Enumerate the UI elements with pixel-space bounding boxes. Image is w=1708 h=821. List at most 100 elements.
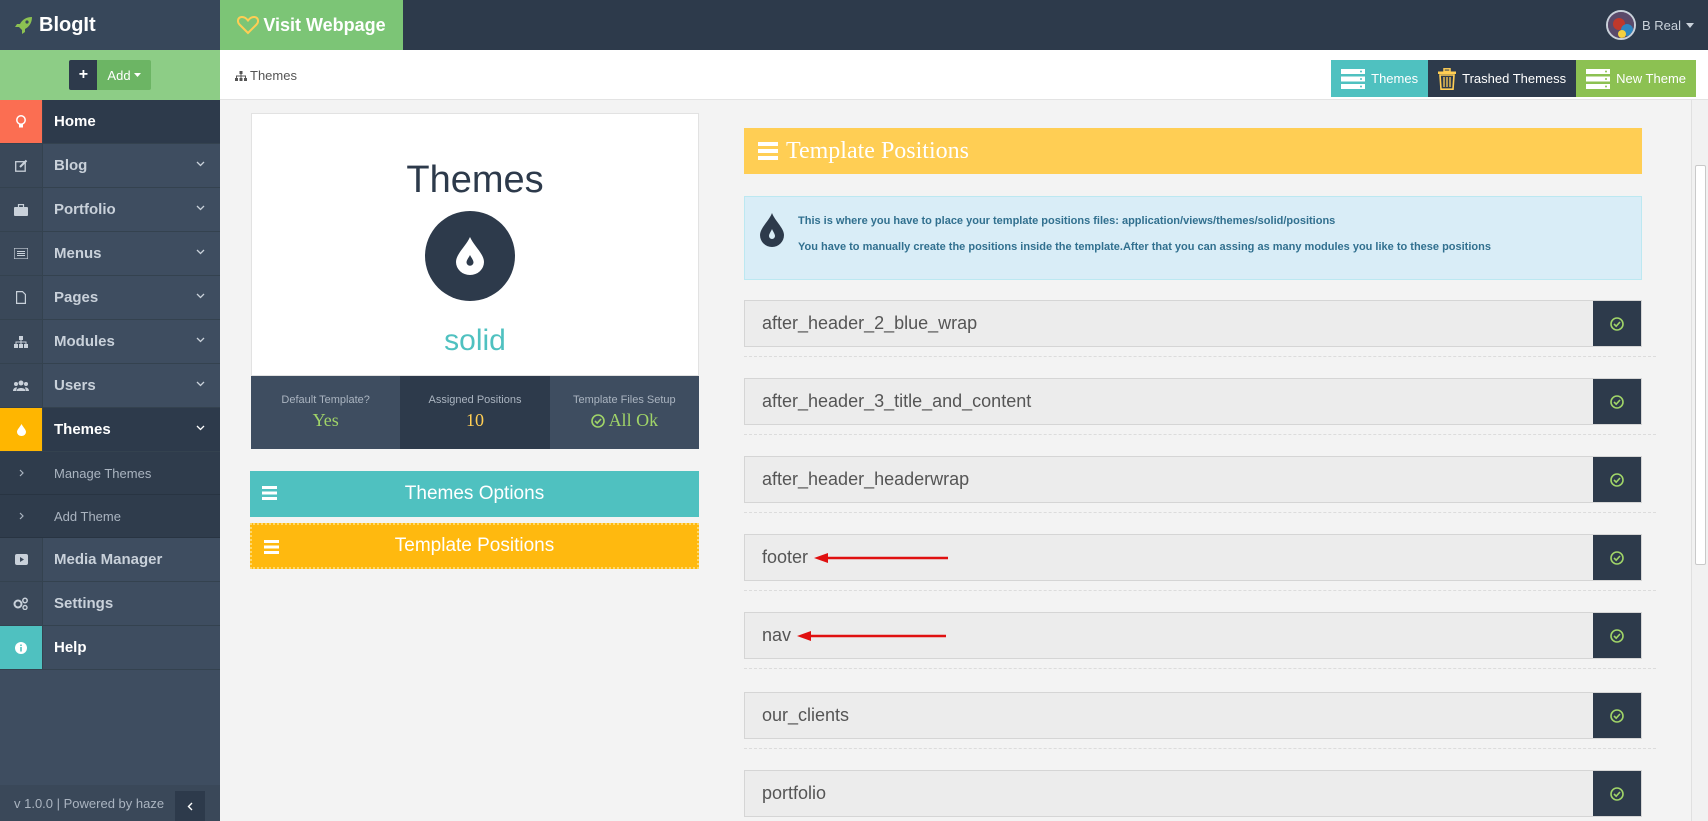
- theme-card-title: Themes: [406, 159, 544, 201]
- trashed-themes-button[interactable]: Trashed Themess: [1428, 60, 1577, 97]
- position-row[interactable]: nav: [744, 612, 1642, 659]
- plus-icon[interactable]: +: [69, 60, 98, 90]
- server-icon: [1586, 68, 1611, 89]
- sidebar-item-pages[interactable]: Pages: [0, 276, 220, 320]
- theme-name: solid: [444, 324, 506, 357]
- trash-icon: [1438, 67, 1457, 90]
- stat-label: Default Template?: [281, 394, 370, 406]
- position-row[interactable]: after_header_2_blue_wrap: [744, 300, 1642, 347]
- brand-logo[interactable]: BlogIt: [0, 0, 220, 50]
- position-name: after_header_3_title_and_content: [762, 391, 1032, 411]
- sidebar-item-menus[interactable]: Menus: [0, 232, 220, 276]
- avatar: [1605, 10, 1636, 40]
- visit-webpage-button[interactable]: Visit Webpage: [220, 0, 403, 50]
- sidebar-item-help[interactable]: Help: [0, 626, 220, 670]
- stat-default-template: Default Template? Yes: [251, 376, 401, 449]
- sidebar-item-label: Users: [54, 377, 96, 394]
- heart-icon: [237, 15, 260, 35]
- add-bar: + Add: [0, 50, 220, 100]
- divider: [744, 590, 1656, 591]
- sidebar-item-label: Settings: [54, 595, 114, 612]
- template-positions-button[interactable]: Template Positions: [250, 523, 699, 569]
- stat-value: 10: [465, 410, 484, 430]
- divider: [744, 748, 1656, 749]
- red-arrow-annotation: [797, 630, 947, 641]
- sidebar-item-home[interactable]: Home: [0, 100, 220, 144]
- breadcrumb[interactable]: Themes: [235, 68, 297, 83]
- check-circle-icon[interactable]: [1593, 771, 1641, 816]
- sidebar-item-media-manager[interactable]: Media Manager: [0, 538, 220, 582]
- chevron-down-icon: [196, 425, 205, 431]
- new-theme-label: New Theme: [1616, 71, 1686, 86]
- breadcrumb-label: Themes: [250, 68, 297, 83]
- check-circle-icon[interactable]: [1593, 457, 1641, 502]
- position-row[interactable]: footer: [744, 534, 1642, 581]
- new-theme-button[interactable]: New Theme: [1576, 60, 1696, 97]
- check-circle-icon[interactable]: [1593, 693, 1641, 738]
- drop-icon: [425, 211, 515, 301]
- red-arrow-annotation: [814, 552, 949, 563]
- scrollbar-thumb[interactable]: [1695, 165, 1706, 565]
- sidebar-item-label: Pages: [54, 289, 99, 306]
- visit-webpage-label: Visit Webpage: [263, 14, 386, 35]
- position-name-wrap: nav: [762, 625, 947, 646]
- stat-value-wrap: All Ok: [590, 410, 658, 431]
- chevron-down-icon: [196, 337, 205, 343]
- themes-options-button[interactable]: Themes Options: [250, 471, 699, 517]
- sidebar-subitem-manage-themes[interactable]: Manage Themes: [0, 452, 220, 495]
- stat-label: Template Files Setup: [572, 394, 676, 406]
- scrollbar[interactable]: [1691, 100, 1708, 821]
- check-circle-icon[interactable]: [1593, 535, 1641, 580]
- sidebar-item-label: Portfolio: [54, 201, 116, 218]
- file-icon: [0, 276, 43, 319]
- user-menu[interactable]: B Real: [1605, 10, 1694, 40]
- info-line-2: You have to manually create the position…: [798, 241, 1491, 253]
- themes-button-label: Themes: [1371, 71, 1419, 86]
- info-icon: [0, 626, 43, 669]
- sidebar-item-themes[interactable]: Themes: [0, 408, 220, 452]
- caret-down-icon: [1686, 22, 1694, 28]
- add-button[interactable]: Add: [97, 60, 151, 90]
- position-row[interactable]: after_header_3_title_and_content: [744, 378, 1642, 425]
- sidebar-item-modules[interactable]: Modules: [0, 320, 220, 364]
- position-name-wrap: footer: [762, 547, 949, 568]
- sidebar-item-label: Home: [54, 113, 96, 130]
- position-row[interactable]: portfolio: [744, 770, 1642, 817]
- check-circle-icon[interactable]: [1593, 301, 1641, 346]
- theme-stats: Default Template? Yes Assigned Positions…: [251, 376, 699, 449]
- position-name: nav: [762, 625, 792, 645]
- divider: [744, 512, 1656, 513]
- sidebar-subitem-label: Manage Themes: [54, 465, 152, 481]
- position-row[interactable]: after_header_headerwrap: [744, 456, 1642, 503]
- sidebar-item-label: Media Manager: [54, 551, 163, 568]
- position-name: after_header_headerwrap: [762, 469, 970, 489]
- chevron-right-icon: [0, 512, 43, 520]
- divider: [744, 668, 1656, 669]
- video-icon: [0, 538, 43, 581]
- position-row[interactable]: our_clients: [744, 692, 1642, 739]
- chevron-down-icon: [196, 293, 205, 299]
- themes-options-label: Themes Options: [404, 483, 545, 504]
- sidebar-item-users[interactable]: Users: [0, 364, 220, 408]
- info-line-1: This is where you have to place your tem…: [798, 215, 1336, 227]
- sidebar-item-portfolio[interactable]: Portfolio: [0, 188, 220, 232]
- header-actions: Themes Trashed Themess New Theme: [1331, 60, 1696, 97]
- menu-icon: [262, 486, 277, 500]
- check-circle-icon[interactable]: [1593, 379, 1641, 424]
- drop-icon: [0, 408, 43, 451]
- sidebar-item-settings[interactable]: Settings: [0, 582, 220, 626]
- check-circle-icon[interactable]: [1593, 613, 1641, 658]
- collapse-sidebar-button[interactable]: [175, 791, 205, 821]
- stat-value: Yes: [312, 410, 339, 430]
- drop-icon: [760, 213, 784, 247]
- sidebar: + Add Home Blog Portfolio Menus Pages Mo…: [0, 50, 220, 821]
- themes-button[interactable]: Themes: [1331, 60, 1429, 97]
- caret-down-icon: [133, 73, 141, 77]
- sidebar-item-blog[interactable]: Blog: [0, 144, 220, 188]
- stat-label: Assigned Positions: [428, 394, 522, 406]
- chevron-down-icon: [196, 381, 205, 387]
- divider: [744, 356, 1656, 357]
- template-positions-label: Template Positions: [394, 535, 555, 556]
- users-icon: [0, 364, 43, 407]
- sidebar-subitem-add-theme[interactable]: Add Theme: [0, 495, 220, 538]
